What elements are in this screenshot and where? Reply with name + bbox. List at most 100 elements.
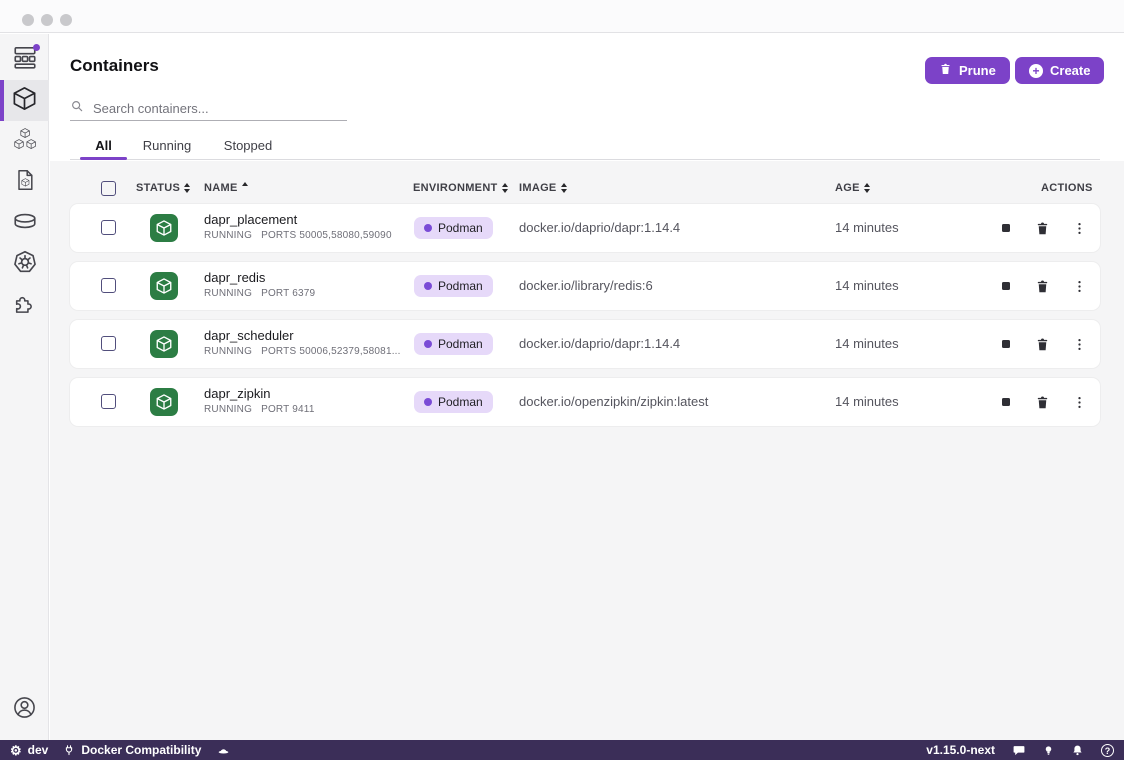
row-checkbox[interactable] xyxy=(101,336,116,351)
more-actions-kebab-button[interactable] xyxy=(1067,332,1091,356)
column-header-image[interactable]: IMAGE xyxy=(519,182,567,194)
statusbar-podman-hat[interactable] xyxy=(216,744,231,757)
container-status-line: RUNNING PORT 9411 xyxy=(204,404,315,415)
sidebar-item-dashboard[interactable] xyxy=(0,39,49,80)
container-state: RUNNING xyxy=(204,404,252,415)
prune-button[interactable]: Prune xyxy=(925,57,1010,84)
window-close-button[interactable] xyxy=(22,14,34,26)
titlebar xyxy=(0,0,1124,33)
select-all-checkbox[interactable] xyxy=(101,181,116,196)
sort-icon xyxy=(561,183,567,193)
containers-icon xyxy=(11,85,38,117)
stop-container-button[interactable] xyxy=(994,332,1018,356)
account-icon xyxy=(12,695,37,725)
column-header-environment[interactable]: ENVIRONMENT xyxy=(413,182,508,194)
search-input[interactable] xyxy=(93,101,347,116)
environment-badge: Podman xyxy=(414,333,493,355)
container-age: 14 minutes xyxy=(835,262,899,310)
sidebar-item-containers[interactable] xyxy=(0,80,49,121)
podman-dot-icon xyxy=(424,398,432,406)
app-version: v1.15.0-next xyxy=(926,743,995,757)
more-actions-kebab-button[interactable] xyxy=(1067,390,1091,414)
more-actions-kebab-button[interactable] xyxy=(1067,274,1091,298)
container-status-line: RUNNING PORTS 50005,58080,59090 xyxy=(204,230,392,241)
sort-icon xyxy=(502,183,508,193)
window-maximize-button[interactable] xyxy=(60,14,72,26)
environment-label: Podman xyxy=(438,221,483,235)
sidebar-item-pods[interactable] xyxy=(0,121,49,162)
container-running-status-icon xyxy=(150,330,178,358)
sidebar-item-kubernetes[interactable] xyxy=(0,244,49,285)
container-age: 14 minutes xyxy=(835,378,899,426)
container-status-line: RUNNING PORT 6379 xyxy=(204,288,315,299)
statusbar: ⚙ dev Docker Compatibility v1.15.0 xyxy=(0,740,1124,760)
column-header-age[interactable]: AGE xyxy=(835,182,870,194)
images-icon xyxy=(13,168,37,197)
podman-dot-icon xyxy=(424,282,432,290)
container-row: dapr_scheduler RUNNING PORTS 50006,52379… xyxy=(70,320,1100,368)
row-checkbox[interactable] xyxy=(101,394,116,409)
container-name[interactable]: dapr_placement xyxy=(204,212,297,227)
column-header-status[interactable]: STATUS xyxy=(136,182,190,194)
more-actions-kebab-button[interactable] xyxy=(1067,216,1091,240)
container-row: dapr_zipkin RUNNING PORT 9411 Podman doc… xyxy=(70,378,1100,426)
container-name[interactable]: dapr_zipkin xyxy=(204,386,271,401)
environment-badge: Podman xyxy=(414,391,493,413)
tab-running[interactable]: Running xyxy=(139,138,195,160)
container-image: docker.io/openzipkin/zipkin:latest xyxy=(519,378,708,426)
stop-container-button[interactable] xyxy=(994,390,1018,414)
container-running-status-icon xyxy=(150,214,178,242)
feedback-bubble-icon[interactable] xyxy=(1012,744,1026,757)
container-ports: PORTS 50005,58080,59090 xyxy=(261,230,392,241)
row-checkbox[interactable] xyxy=(101,220,116,235)
statusbar-provider[interactable]: ⚙ dev xyxy=(10,743,48,757)
container-image: docker.io/daprio/dapr:1.14.4 xyxy=(519,204,680,252)
page-title: Containers xyxy=(70,56,159,76)
active-tab-underline xyxy=(80,157,127,160)
container-state: RUNNING xyxy=(204,230,252,241)
container-state: RUNNING xyxy=(204,346,252,357)
delete-container-button[interactable] xyxy=(1030,390,1054,414)
create-button[interactable]: + Create xyxy=(1015,57,1104,84)
container-age: 14 minutes xyxy=(835,320,899,368)
statusbar-docker-compatibility[interactable]: Docker Compatibility xyxy=(63,743,201,757)
sidebar-item-volumes[interactable] xyxy=(0,203,49,244)
container-running-status-icon xyxy=(150,388,178,416)
main-content: Containers Prune + Create All Running St… xyxy=(50,34,1124,740)
container-row: dapr_redis RUNNING PORT 6379 Podman dock… xyxy=(70,262,1100,310)
active-indicator xyxy=(0,80,4,121)
bell-icon[interactable] xyxy=(1071,744,1084,757)
sidebar-item-extensions[interactable] xyxy=(0,285,49,326)
environment-badge: Podman xyxy=(414,217,493,239)
pods-icon xyxy=(12,126,38,157)
delete-container-button[interactable] xyxy=(1030,274,1054,298)
window-minimize-button[interactable] xyxy=(41,14,53,26)
volumes-icon xyxy=(12,208,38,239)
container-state: RUNNING xyxy=(204,288,252,299)
stop-container-button[interactable] xyxy=(994,216,1018,240)
container-running-status-icon xyxy=(150,272,178,300)
environment-label: Podman xyxy=(438,395,483,409)
container-ports: PORT 6379 xyxy=(261,288,315,299)
provider-gear-icon: ⚙ xyxy=(10,744,22,757)
stop-container-button[interactable] xyxy=(994,274,1018,298)
sort-ascending-icon xyxy=(242,182,248,186)
help-icon[interactable]: ? xyxy=(1101,744,1114,757)
search-icon xyxy=(70,99,84,118)
row-checkbox[interactable] xyxy=(101,278,116,293)
delete-container-button[interactable] xyxy=(1030,216,1054,240)
environment-label: Podman xyxy=(438,279,483,293)
tab-stopped[interactable]: Stopped xyxy=(219,138,277,160)
sidebar-item-images[interactable] xyxy=(0,162,49,203)
column-header-name[interactable]: NAME xyxy=(204,182,248,194)
container-name[interactable]: dapr_scheduler xyxy=(204,328,294,343)
container-name[interactable]: dapr_redis xyxy=(204,270,265,285)
container-image: docker.io/library/redis:6 xyxy=(519,262,653,310)
tabs-divider xyxy=(70,159,1100,160)
delete-container-button[interactable] xyxy=(1030,332,1054,356)
trash-icon xyxy=(939,62,952,79)
lightbulb-icon[interactable] xyxy=(1043,744,1054,757)
sort-icon xyxy=(864,183,870,193)
container-image: docker.io/daprio/dapr:1.14.4 xyxy=(519,320,680,368)
sidebar-item-account[interactable] xyxy=(0,689,49,730)
